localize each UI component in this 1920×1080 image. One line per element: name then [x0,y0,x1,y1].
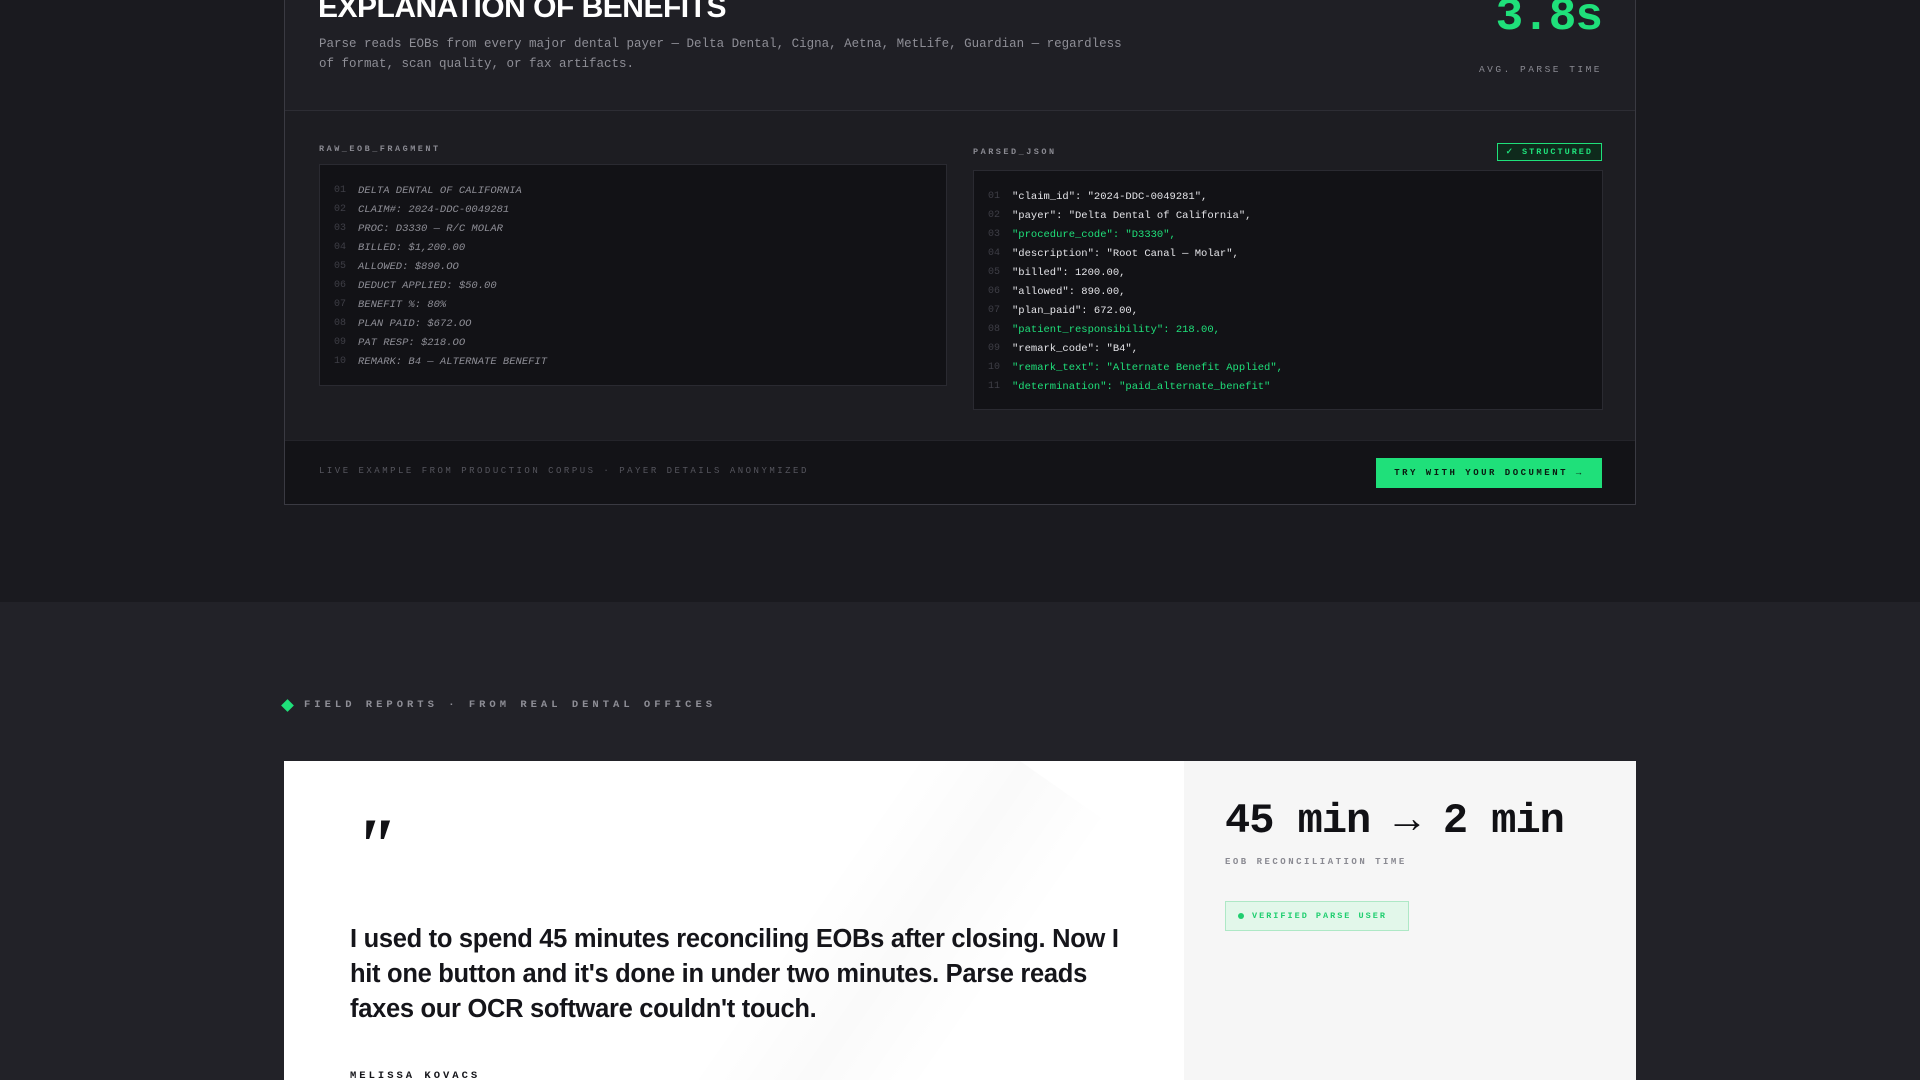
parsed-json-line: 10 "remark_text": "Alternate Benefit Appl… [988,358,1588,377]
raw-eob-text: PROC: D3330 — R/C MOLAR [358,222,503,235]
line-number: 11 [988,381,1001,392]
parsed-json-text: "billed": 1200.00, [1012,266,1126,279]
line-number: 09 [334,337,347,348]
parsed-json-text: "payer": "Delta Dental of California", [1012,209,1252,222]
verified-badge-label: VERIFIED PARSE USER [1252,911,1387,921]
line-number: 05 [334,261,347,272]
line-number: 03 [334,223,347,234]
parsed-json-text: "plan_paid": 672.00, [1012,304,1139,317]
testimonial-quote: I used to spend 45 minutes reconciling E… [350,925,1119,1023]
quote-mark-icon: " [352,802,396,889]
quote-panel: " I used to spend 45 minutes reconciling… [284,761,1184,1080]
raw-eob-line: 02 CLAIM#: 2024-DDC-0049281 [334,200,932,219]
parsed-json-text: "claim_id": "2024-DDC-0049281", [1012,190,1208,203]
line-number: 01 [334,185,347,196]
diamond-icon [281,698,294,712]
raw-eob-line: 03 PROC: D3330 — R/C MOLAR [334,219,932,238]
line-number: 08 [988,324,1001,335]
raw-eob-fragment-panel: 01 DELTA DENTAL OF CALIFORNIA 02 CLAIM#: 20… [319,164,947,386]
raw-eob-text: DEDUCT APPLIED: $50.00 [358,279,497,292]
parsed-json-line: 08 "patient_responsibility": 218.00, [988,320,1588,339]
line-number: 02 [334,204,347,215]
raw-eob-line: 05 ALLOWED: $890.OO [334,257,932,276]
line-number: 06 [988,286,1001,297]
line-number: 09 [988,343,1001,354]
line-number: 07 [988,305,1001,316]
raw-eob-line: 06 DEDUCT APPLIED: $50.00 [334,276,932,295]
testimonial-author: MELISSA KOVACS [350,1070,481,1080]
parsed-json-label: PARSED_JSON [973,147,1057,157]
metric-label: EOB RECONCILIATION TIME [1225,857,1407,867]
parsed-json-panel: 01 "claim_id": "2024-DDC-0049281", 02 "paye… [973,170,1603,410]
metric-panel: 45 min → 2 min EOB RECONCILIATION TIME V… [1184,761,1636,1080]
parsed-json-text: "procedure_code": "D3330", [1012,228,1176,241]
eob-description: Parse reads EOBs from every major dental… [319,37,1122,71]
eyebrow-text: FIELD REPORTS · FROM REAL DENTAL OFFICES [304,699,717,711]
raw-eob-text: REMARK: B4 — ALTERNATE BENEFIT [358,355,548,368]
eob-section: EXPLANATION OF BENEFITS Parse reads EOBs… [0,0,1920,602]
parsed-json-line: 05 "billed": 1200.00, [988,263,1588,282]
raw-eob-line: 07 BENEFIT %: 80% [334,295,932,314]
raw-eob-text: BENEFIT %: 80% [358,298,447,311]
parsed-json-line: 01 "claim_id": "2024-DDC-0049281", [988,187,1588,206]
parsed-json-text: "determination": "paid_alternate_benefit… [1012,380,1271,393]
footer-note: LIVE EXAMPLE FROM PRODUCTION CORPUS · PA… [319,466,809,476]
parsed-json-text: "patient_responsibility": 218.00, [1012,323,1220,336]
parsed-json-line: 03 "procedure_code": "D3330", [988,225,1588,244]
parsed-json-text: "allowed": 890.00, [1012,285,1126,298]
line-number: 03 [988,229,1001,240]
field-reports-eyebrow: FIELD REPORTS · FROM REAL DENTAL OFFICES [281,698,717,712]
try-with-document-button[interactable]: TRY WITH YOUR DOCUMENT → [1376,458,1602,488]
line-number: 07 [334,299,347,310]
raw-eob-text: ALLOWED: $890.OO [358,260,459,273]
parse-time-label: AVG. PARSE TIME [1478,64,1602,75]
parsed-json-line: 07 "plan_paid": 672.00, [988,301,1588,320]
raw-eob-text: CLAIM#: 2024-DDC-0049281 [358,203,510,216]
raw-eob-text: PLAN PAID: $672.OO [358,317,472,330]
parsed-json-line: 02 "payer": "Delta Dental of California", [988,206,1588,225]
parsed-json-text: "remark_code": "B4", [1012,342,1139,355]
eob-title: EXPLANATION OF BENEFITS [318,0,726,24]
line-number: 04 [334,242,347,253]
eob-body: RAW_EOB_FRAGMENT 01 DELTA DENTAL OF CALIF… [285,112,1635,432]
raw-eob-line: 04 BILLED: $1,200.00 [334,238,932,257]
parsed-json-line: 09 "remark_code": "B4", [988,339,1588,358]
parsed-json-line: 06 "allowed": 890.00, [988,282,1588,301]
parsed-json-line: 04 "description": "Root Canal — Molar", [988,244,1588,263]
line-number: 04 [988,248,1001,259]
raw-eob-text: PAT RESP: $218.OO [358,336,466,349]
parse-time-value: 3.8s [1495,0,1603,43]
parsed-json-line: 11 "determination": "paid_alternate_benef… [988,377,1588,396]
parsed-json-text: "description": "Root Canal — Molar", [1012,247,1239,260]
eob-footer: LIVE EXAMPLE FROM PRODUCTION CORPUS · PA… [285,440,1635,504]
eob-header: EXPLANATION OF BENEFITS Parse reads EOBs… [285,0,1635,111]
raw-eob-line: 01 DELTA DENTAL OF CALIFORNIA [334,181,932,200]
line-number: 01 [988,191,1001,202]
line-number: 08 [334,318,347,329]
raw-eob-text: BILLED: $1,200.00 [358,241,466,254]
metric-value: 45 min → 2 min [1225,797,1565,845]
field-reports-section: FIELD REPORTS · FROM REAL DENTAL OFFICES… [0,602,1920,1080]
line-number: 10 [988,362,1001,373]
raw-eob-line: 08 PLAN PAID: $672.OO [334,314,932,333]
testimonial-card: " I used to spend 45 minutes reconciling… [284,761,1636,1080]
raw-eob-label: RAW_EOB_FRAGMENT [319,144,441,154]
line-number: 10 [334,356,347,367]
verified-user-badge: VERIFIED PARSE USER [1225,901,1409,931]
line-number: 02 [988,210,1001,221]
raw-eob-text: DELTA DENTAL OF CALIFORNIA [358,184,522,197]
raw-eob-line: 10 REMARK: B4 — ALTERNATE BENEFIT [334,352,932,371]
line-number: 06 [334,280,347,291]
raw-eob-line: 09 PAT RESP: $218.OO [334,333,932,352]
structured-badge: ✓ STRUCTURED [1496,143,1602,161]
eob-card: EXPLANATION OF BENEFITS Parse reads EOBs… [284,0,1636,505]
line-number: 05 [988,267,1001,278]
parsed-json-text: "remark_text": "Alternate Benefit Applie… [1012,361,1283,374]
status-dot-icon [1238,913,1244,919]
